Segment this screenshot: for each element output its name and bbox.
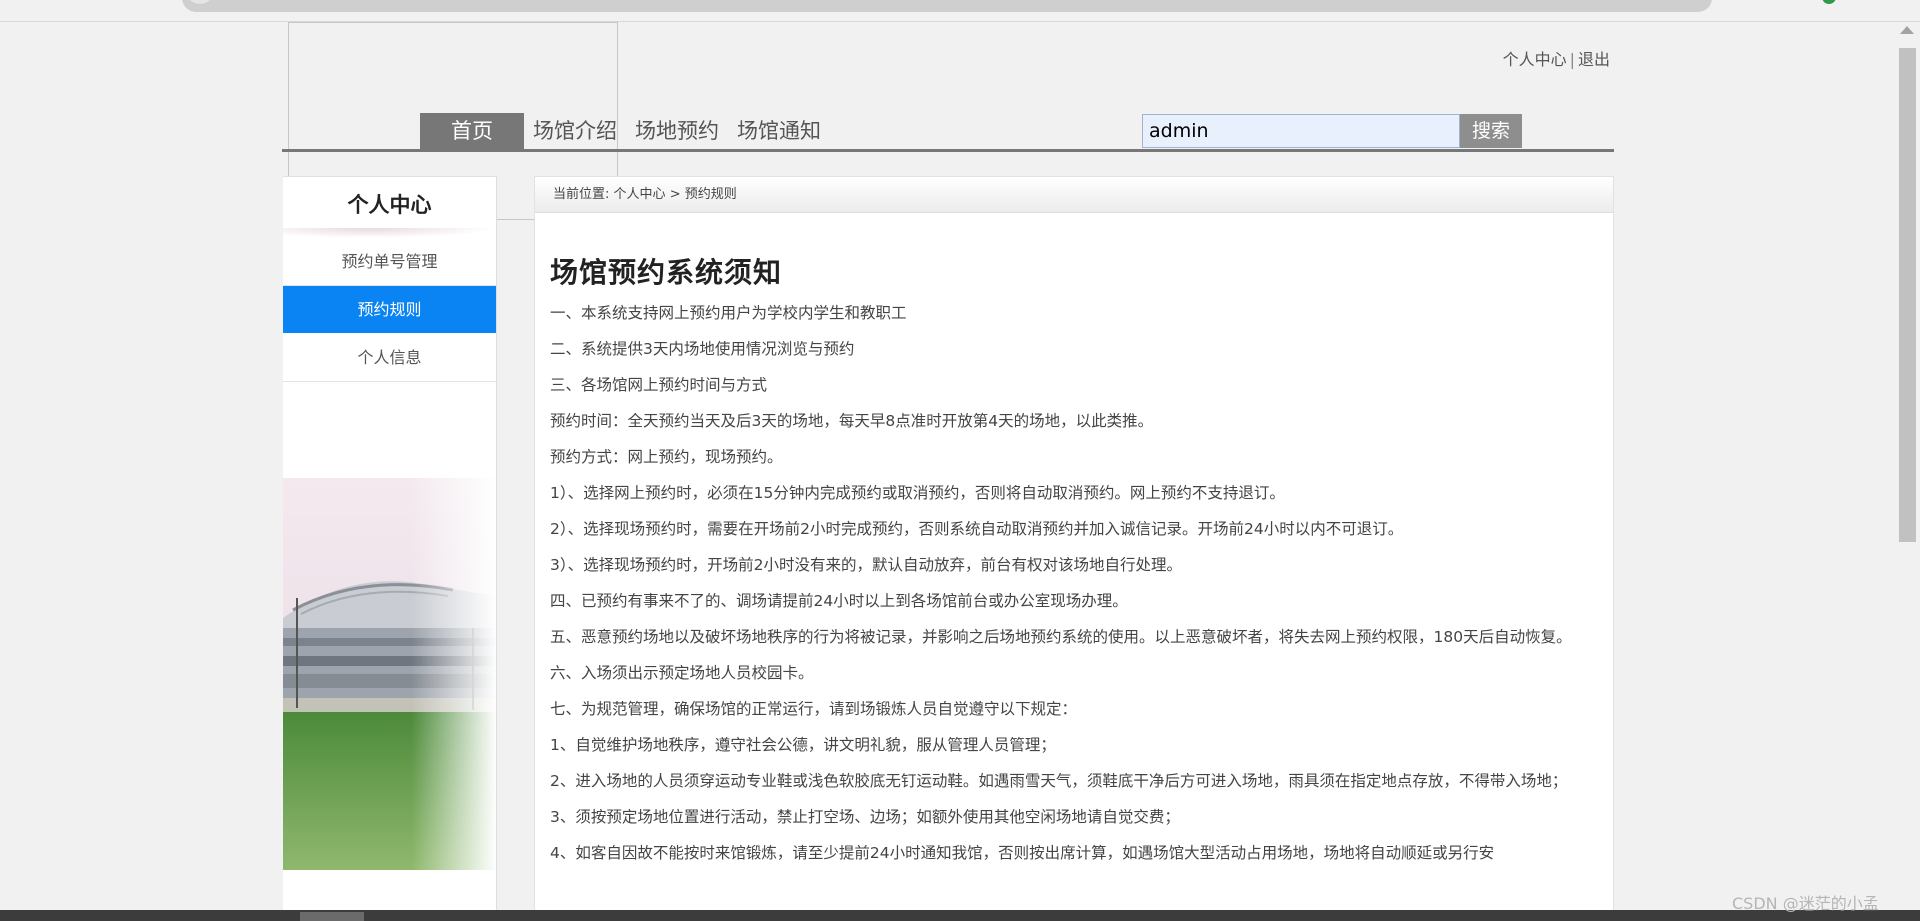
breadcrumb-separator: > bbox=[669, 187, 681, 202]
nav-item-venue-notice[interactable]: 场馆通知 bbox=[728, 113, 830, 149]
article-paragraph: 3）、选择现场预约时，开场前2小时没有来的，默认自动放弃，前台有权对该场地自行处… bbox=[550, 556, 1182, 574]
logout-link[interactable]: 退出 bbox=[1578, 50, 1610, 69]
nav-item-home[interactable]: 首页 bbox=[420, 113, 524, 149]
personal-center-link[interactable]: 个人中心 bbox=[1503, 50, 1567, 69]
breadcrumb-personal-center[interactable]: 个人中心 bbox=[614, 187, 666, 202]
scroll-up-arrow-icon[interactable] bbox=[1900, 26, 1914, 34]
article-paragraph: 3、须按预定场地位置进行活动，禁止打空场、边场；如额外使用其他空闲场地请自觉交费… bbox=[550, 808, 1180, 826]
stadium-illustration bbox=[283, 478, 497, 870]
search-input[interactable] bbox=[1142, 114, 1460, 148]
breadcrumb-prefix: 当前位置: bbox=[553, 187, 610, 202]
sidebar-item-booking-rules[interactable]: 预约规则 bbox=[283, 286, 496, 334]
article-title: 场馆预约系统须知 bbox=[550, 256, 783, 289]
stadium-image bbox=[283, 478, 497, 870]
article-paragraph: 2、进入场地的人员须穿运动专业鞋或浅色软胶底无钉运动鞋。如遇雨雪天气，须鞋底干净… bbox=[550, 772, 1568, 790]
article: 场馆预约系统须知 一、本系统支持网上预约用户为学校内学生和教职工 二、系统提供3… bbox=[535, 213, 1613, 866]
watermark: CSDN @迷茫的小孟 bbox=[1732, 894, 1879, 913]
article-paragraph: 预约时间：全天预约当天及后3天的场地，每天早8点准时开放第4天的场地，以此类推。 bbox=[550, 412, 1154, 430]
article-paragraph: 2）、选择现场预约时，需要在开场前2小时完成预约，否则系统自动取消预约并加入诚信… bbox=[550, 520, 1404, 538]
nav-item-venue-intro[interactable]: 场馆介绍 bbox=[524, 113, 626, 149]
horizontal-scrollbar[interactable] bbox=[0, 910, 1920, 921]
horizontal-scrollbar-thumb[interactable] bbox=[300, 912, 364, 921]
article-paragraph: 三、各场馆网上预约时间与方式 bbox=[550, 376, 768, 394]
search-bar: 搜索 bbox=[1142, 114, 1522, 148]
browser-address-knob bbox=[186, 0, 214, 4]
sidebar: 个人中心 预约单号管理 预约规则 个人信息 bbox=[283, 176, 497, 921]
vertical-scrollbar-thumb[interactable] bbox=[1899, 48, 1916, 542]
article-paragraph: 一、本系统支持网上预约用户为学校内学生和教职工 bbox=[550, 304, 907, 322]
browser-address-bar[interactable] bbox=[182, 0, 1712, 12]
search-button[interactable]: 搜索 bbox=[1460, 114, 1522, 148]
nav-item-venue-booking[interactable]: 场地预约 bbox=[626, 113, 728, 149]
browser-status-icon bbox=[1822, 0, 1836, 4]
article-paragraph: 1、自觉维护场地秩序，遵守社会公德，讲文明礼貌，服从管理人员管理； bbox=[550, 736, 1056, 754]
main-panel: 当前位置: 个人中心 > 预约规则 场馆预约系统须知 一、本系统支持网上预约用户… bbox=[534, 176, 1614, 921]
sidebar-title: 个人中心 bbox=[283, 176, 496, 228]
sidebar-item-personal-info[interactable]: 个人信息 bbox=[283, 334, 496, 382]
article-paragraph: 1）、选择网上预约时，必须在15分钟内完成预约或取消预约，否则将自动取消预约。网… bbox=[550, 484, 1285, 502]
article-paragraph: 七、为规范管理，确保场馆的正常运行，请到场锻炼人员自觉遵守以下规定： bbox=[550, 700, 1078, 718]
breadcrumb: 当前位置: 个人中心 > 预约规则 bbox=[535, 177, 1613, 213]
browser-top-bar bbox=[0, 0, 1920, 22]
nav-divider bbox=[282, 149, 1614, 152]
article-paragraph: 二、系统提供3天内场地使用情况浏览与预约 bbox=[550, 340, 855, 358]
sidebar-title-shadow bbox=[283, 228, 496, 238]
sidebar-item-booking-numbers[interactable]: 预约单号管理 bbox=[283, 238, 496, 286]
top-links: 个人中心 | 退出 bbox=[1400, 46, 1610, 70]
article-paragraph: 六、入场须出示预定场地人员校园卡。 bbox=[550, 664, 814, 682]
article-paragraph: 4、如客自因故不能按时来馆锻炼，请至少提前24小时通知我馆，否则按出席计算，如遇… bbox=[550, 844, 1495, 862]
main-nav: 首页 场馆介绍 场地预约 场馆通知 bbox=[420, 113, 830, 149]
breadcrumb-booking-rules[interactable]: 预约规则 bbox=[685, 187, 737, 202]
article-paragraph: 预约方式：网上预约，现场预约。 bbox=[550, 448, 783, 466]
article-paragraph: 五、恶意预约场地以及破坏场地秩序的行为将被记录，并影响之后场地预约系统的使用。以… bbox=[550, 628, 1572, 646]
top-links-separator: | bbox=[1569, 50, 1575, 69]
article-paragraph: 四、已预约有事来不了的、调场请提前24小时以上到各场馆前台或办公室现场办理。 bbox=[550, 592, 1128, 610]
